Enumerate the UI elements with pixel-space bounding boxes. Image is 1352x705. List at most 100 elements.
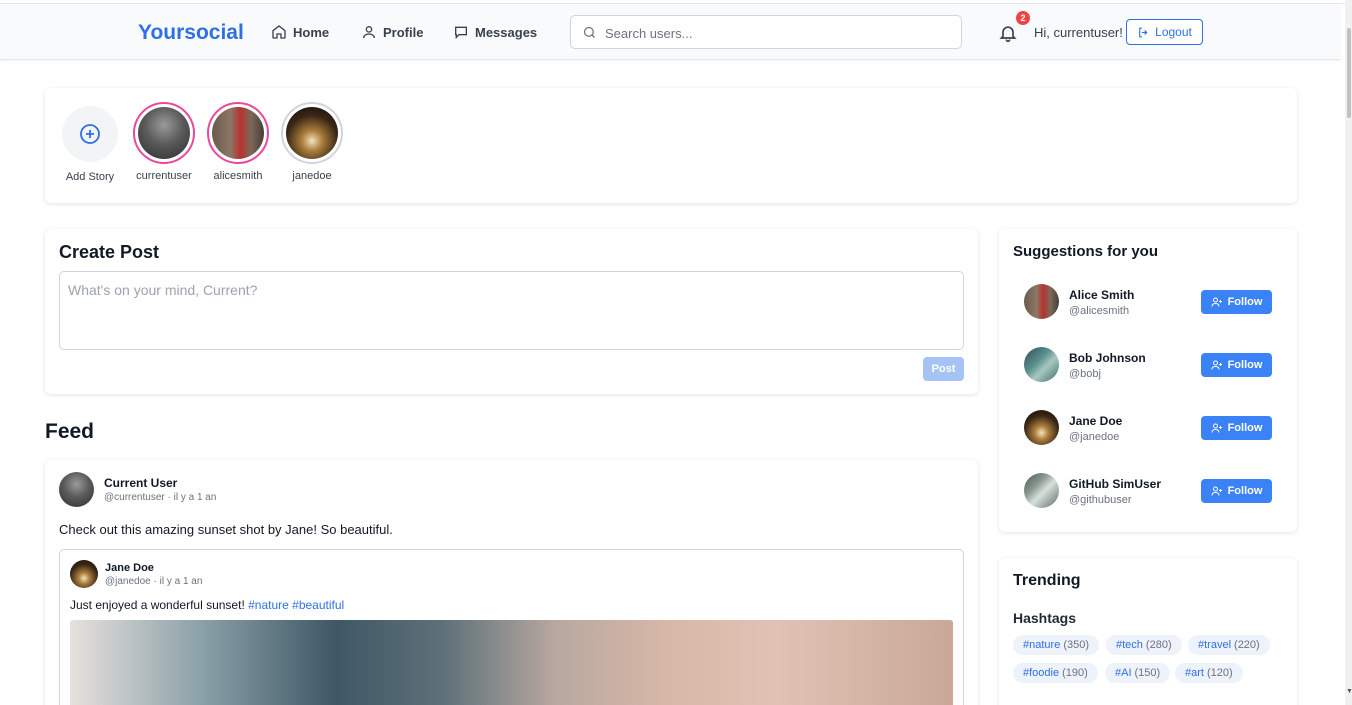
story-label: janedoe bbox=[292, 170, 332, 182]
post-textarea[interactable] bbox=[59, 271, 964, 350]
avatar[interactable] bbox=[59, 472, 94, 507]
search-icon bbox=[583, 26, 595, 38]
post-author[interactable]: Current User bbox=[104, 476, 177, 490]
tag-name: #tech bbox=[1116, 639, 1143, 651]
bell-icon[interactable] bbox=[998, 23, 1018, 43]
user-plus-icon bbox=[1211, 360, 1222, 370]
nav-messages-label: Messages bbox=[475, 24, 538, 40]
story-ring bbox=[133, 102, 195, 164]
story-item[interactable]: janedoe bbox=[277, 102, 347, 182]
tag-name: #travel bbox=[1198, 639, 1232, 651]
follow-label: Follow bbox=[1227, 359, 1263, 371]
suggestion-name[interactable]: Bob Johnson bbox=[1069, 351, 1146, 365]
avatar[interactable] bbox=[1024, 473, 1059, 508]
user-plus-icon bbox=[1211, 423, 1222, 433]
suggestion-name[interactable]: Alice Smith bbox=[1069, 288, 1134, 302]
greeting-text: Hi, currentuser! bbox=[1034, 25, 1123, 40]
trending-tag[interactable]: #foodie (190) bbox=[1013, 663, 1098, 683]
nav-profile[interactable]: Profile bbox=[361, 24, 423, 40]
notification-badge: 2 bbox=[1016, 11, 1030, 25]
add-story-label: Add Story bbox=[65, 171, 115, 183]
add-story-circle[interactable] bbox=[62, 106, 118, 162]
nav-home[interactable]: Home bbox=[271, 24, 329, 40]
tag-name: #nature bbox=[1023, 639, 1061, 651]
follow-label: Follow bbox=[1227, 296, 1263, 308]
follow-label: Follow bbox=[1227, 422, 1263, 434]
tag-count: (350) bbox=[1063, 639, 1089, 651]
logout-button[interactable]: Logout bbox=[1126, 19, 1203, 45]
user-plus-icon bbox=[1211, 486, 1222, 496]
navbar: Yoursocial Home Profile Messages 2 Hi, c… bbox=[0, 4, 1340, 60]
search-box bbox=[570, 15, 962, 49]
story-avatar bbox=[138, 107, 190, 159]
follow-button[interactable]: Follow bbox=[1201, 416, 1272, 440]
avatar[interactable] bbox=[1024, 410, 1059, 445]
suggestion-name[interactable]: Jane Doe bbox=[1069, 414, 1122, 428]
suggestion-handle: @githubuser bbox=[1069, 494, 1132, 506]
feed-title: Feed bbox=[45, 420, 95, 443]
shared-text-line: Just enjoyed a wonderful sunset! #nature… bbox=[70, 598, 344, 612]
tag-name: #AI bbox=[1115, 667, 1132, 679]
post-button[interactable]: Post bbox=[923, 357, 964, 381]
trending-title: Trending bbox=[1013, 572, 1081, 589]
trending-tag[interactable]: #art (120) bbox=[1175, 663, 1243, 683]
user-plus-icon bbox=[1211, 297, 1222, 307]
create-post-card: Create Post Post bbox=[45, 229, 978, 394]
story-ring bbox=[281, 102, 343, 164]
shared-meta: @janedoe · il y a 1 an bbox=[105, 576, 203, 587]
suggestion-handle: @bobj bbox=[1069, 368, 1101, 380]
shared-hashtags[interactable]: #nature #beautiful bbox=[248, 598, 344, 612]
tag-count: (150) bbox=[1134, 667, 1161, 679]
suggestions-card: Suggestions for you Alice Smith @alicesm… bbox=[999, 229, 1297, 532]
avatar[interactable] bbox=[1024, 284, 1059, 319]
scroll-down-icon[interactable]: ▼ bbox=[1346, 688, 1352, 695]
nav-home-label: Home bbox=[293, 24, 330, 40]
trending-tag[interactable]: #AI (150) bbox=[1105, 663, 1171, 683]
suggestions-title: Suggestions for you bbox=[1013, 243, 1159, 260]
sunset-image[interactable] bbox=[70, 620, 953, 705]
tag-name: #foodie bbox=[1023, 667, 1060, 679]
story-item[interactable]: alicesmith bbox=[203, 102, 273, 182]
follow-button[interactable]: Follow bbox=[1201, 290, 1272, 314]
avatar[interactable] bbox=[70, 560, 98, 588]
hashtags-subtitle: Hashtags bbox=[1013, 610, 1077, 626]
feed-post: Current User @currentuser · il y a 1 an … bbox=[45, 460, 978, 705]
tag-name: #art bbox=[1185, 667, 1204, 679]
suggestion-handle: @alicesmith bbox=[1069, 305, 1130, 317]
suggestion-handle: @janedoe bbox=[1069, 431, 1120, 443]
user-icon bbox=[363, 26, 375, 39]
tag-count: (220) bbox=[1234, 639, 1260, 651]
story-avatar bbox=[212, 107, 264, 159]
add-story[interactable]: Add Story bbox=[55, 103, 125, 183]
story-label: currentuser bbox=[136, 170, 192, 182]
home-icon bbox=[272, 25, 286, 39]
tag-count: (190) bbox=[1062, 667, 1088, 679]
story-item[interactable]: currentuser bbox=[129, 102, 199, 182]
story-label: alicesmith bbox=[213, 170, 263, 182]
scrollbar-thumb[interactable] bbox=[1347, 28, 1351, 118]
logout-icon bbox=[1139, 27, 1148, 37]
story-ring bbox=[207, 102, 269, 164]
create-post-title: Create Post bbox=[59, 242, 160, 262]
suggestion-name[interactable]: GitHub SimUser bbox=[1069, 477, 1161, 491]
shared-text: Just enjoyed a wonderful sunset! bbox=[70, 598, 245, 612]
trending-tag[interactable]: #nature (350) bbox=[1013, 635, 1099, 655]
search-input[interactable] bbox=[605, 23, 945, 43]
nav-messages[interactable]: Messages bbox=[453, 24, 537, 40]
shared-author[interactable]: Jane Doe bbox=[105, 562, 154, 574]
shared-post[interactable]: Jane Doe @janedoe · il y a 1 an Just enj… bbox=[59, 549, 964, 705]
trending-tag[interactable]: #travel (220) bbox=[1188, 635, 1270, 655]
post-text: Check out this amazing sunset shot by Ja… bbox=[59, 522, 393, 537]
nav-profile-label: Profile bbox=[383, 24, 424, 40]
post-meta: @currentuser · il y a 1 an bbox=[104, 492, 217, 503]
trending-card: Trending Hashtags #nature (350) #tech (280… bbox=[999, 558, 1297, 705]
tag-count: (120) bbox=[1206, 667, 1233, 679]
follow-button[interactable]: Follow bbox=[1201, 353, 1272, 377]
avatar[interactable] bbox=[1024, 347, 1059, 382]
follow-button[interactable]: Follow bbox=[1201, 479, 1272, 503]
brand-logo[interactable]: Yoursocial bbox=[138, 21, 244, 45]
stories-card: Add Story currentuser alicesmith janedoe bbox=[45, 88, 1297, 203]
chat-icon bbox=[455, 26, 467, 39]
logout-label: Logout bbox=[1155, 25, 1192, 39]
trending-tag[interactable]: #tech (280) bbox=[1106, 635, 1182, 655]
